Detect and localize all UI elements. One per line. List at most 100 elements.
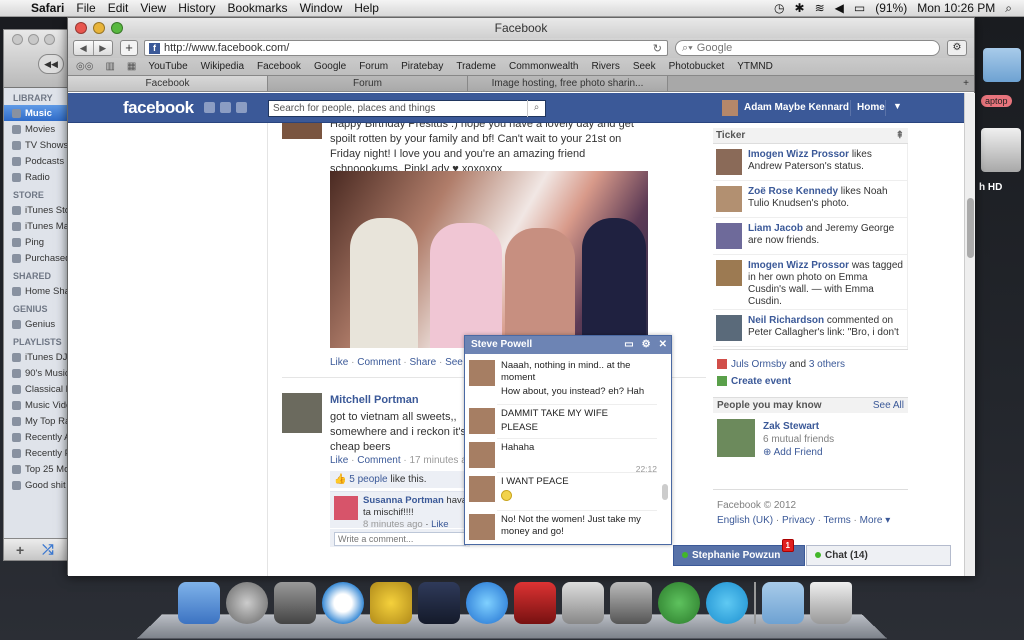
itunes-minimize-button[interactable]: [28, 34, 39, 45]
google-search-placeholder[interactable]: Google: [697, 42, 732, 54]
skype-icon[interactable]: [706, 582, 748, 624]
utorrent-icon[interactable]: [658, 582, 700, 624]
itunes-item[interactable]: iTunes Store: [4, 202, 74, 218]
footer-language-link[interactable]: English (UK): [717, 515, 773, 526]
reload-icon[interactable]: ↻: [653, 42, 662, 55]
ticker-name[interactable]: Imogen Wizz Prossor: [748, 149, 849, 160]
itunes-item[interactable]: Home Sharing: [4, 283, 74, 299]
scrollbar-thumb[interactable]: [967, 198, 974, 258]
menu-help[interactable]: Help: [351, 1, 388, 15]
chat-sidebar-toggle[interactable]: Chat (14): [806, 545, 951, 566]
tab-facebook[interactable]: Facebook: [68, 76, 268, 91]
chat-message-avatar[interactable]: [469, 442, 495, 468]
comment-link[interactable]: Comment: [357, 357, 400, 368]
time-machine-icon[interactable]: ◷: [774, 1, 784, 15]
ticker-item[interactable]: Zoë Rose Kennedy likes Noah Tulio Knudse…: [713, 181, 907, 218]
menu-bookmarks[interactable]: Bookmarks: [225, 1, 297, 15]
ticker-item[interactable]: Neil Richardson commented on Peter Calla…: [713, 310, 907, 347]
suggestion-avatar[interactable]: [717, 419, 755, 457]
chat-message-avatar[interactable]: [469, 360, 495, 386]
itunes-item[interactable]: Recently Played: [4, 445, 74, 461]
photo-booth-icon[interactable]: [514, 582, 556, 624]
itunes-item[interactable]: Top 25 Most Played: [4, 461, 74, 477]
messages-icon[interactable]: [220, 102, 231, 113]
share-link[interactable]: Share: [410, 357, 437, 368]
ticker-item[interactable]: Liam Jacob and Jeremy George are now fri…: [713, 218, 907, 255]
menubar-clock[interactable]: Mon 10:26 PM: [917, 1, 995, 15]
itunes-icon[interactable]: [466, 582, 508, 624]
itunes-item[interactable]: Movies: [4, 121, 74, 137]
itunes-item[interactable]: iTunes Match: [4, 218, 74, 234]
menu-file[interactable]: File: [73, 1, 104, 15]
write-comment-input[interactable]: Write a comment...: [334, 532, 466, 546]
ticker-name[interactable]: Zoë Rose Kennedy: [748, 186, 838, 197]
add-playlist-icon[interactable]: +: [16, 542, 24, 558]
add-friend-label[interactable]: Add Friend: [774, 447, 823, 458]
forward-icon[interactable]: ▶: [94, 41, 113, 55]
ticker-avatar[interactable]: [716, 260, 742, 286]
add-friend-button[interactable]: ⊕ Add Friend: [763, 447, 823, 458]
itunes-item[interactable]: Ping: [4, 234, 74, 250]
settings-gear-icon[interactable]: ⚙: [947, 40, 967, 56]
bookmark-facebook[interactable]: Facebook: [257, 61, 301, 72]
chat-message-avatar[interactable]: [469, 476, 495, 502]
footer-terms-link[interactable]: Terms: [824, 515, 851, 526]
chat-header[interactable]: Steve Powell ▭ ⚙ ✕: [465, 336, 671, 354]
menu-history[interactable]: History: [175, 1, 224, 15]
chat-message-avatar[interactable]: [469, 408, 495, 434]
address-url[interactable]: http://www.facebook.com/: [164, 42, 289, 54]
laptop-label[interactable]: aptop: [981, 95, 1012, 107]
suggestion-name[interactable]: Zak Stewart: [763, 421, 819, 432]
volume-icon[interactable]: ◀: [835, 1, 844, 15]
address-bar[interactable]: f http://www.facebook.com/ ↻: [144, 40, 668, 56]
itunes-item[interactable]: 90's Music: [4, 365, 74, 381]
facebook-logo[interactable]: facebook: [123, 98, 194, 118]
itunes-item[interactable]: Podcasts: [4, 153, 74, 169]
menu-edit[interactable]: Edit: [105, 1, 138, 15]
user-name-link[interactable]: Adam Maybe Kennard: [744, 102, 849, 113]
commenter-name[interactable]: Susanna Portman: [363, 495, 444, 506]
ticker-item[interactable]: Imogen Wizz Prossor likes Andrew Paterso…: [713, 144, 907, 181]
tab-forum[interactable]: Forum: [268, 76, 468, 91]
bookmark-seek[interactable]: Seek: [633, 61, 656, 72]
account-menu-arrow-icon[interactable]: ▼: [893, 101, 902, 111]
itunes-item[interactable]: Purchased: [4, 250, 74, 266]
folder-icon[interactable]: [983, 48, 1021, 82]
itunes-item[interactable]: Music: [4, 105, 74, 121]
battery-percent[interactable]: (91%): [875, 1, 907, 15]
ticker-avatar[interactable]: [716, 223, 742, 249]
bookmark-wikipedia[interactable]: Wikipedia: [201, 61, 244, 72]
like-link[interactable]: Like: [330, 357, 348, 368]
see-all-link[interactable]: See All: [873, 398, 904, 414]
spotlight-icon[interactable]: ⌕: [1005, 1, 1012, 16]
like-link[interactable]: Like: [330, 455, 348, 466]
reading-list-icon[interactable]: ◎◎: [76, 61, 93, 72]
post-photo[interactable]: [330, 171, 648, 348]
post-author-avatar[interactable]: [282, 123, 322, 139]
comment-link[interactable]: Comment: [357, 455, 400, 466]
wifi-icon[interactable]: ≋: [815, 1, 825, 15]
bookmarks-book-icon[interactable]: ▥: [105, 61, 114, 72]
facebook-search-input[interactable]: Search for people, places and things ⌕: [268, 100, 546, 117]
chat-tab-name[interactable]: Stephanie Powzun: [692, 550, 780, 561]
chat-count-label[interactable]: Chat (14): [825, 550, 868, 561]
bookmark-youtube[interactable]: YouTube: [148, 61, 187, 72]
birthday-name-link[interactable]: Juls Ormsby: [731, 359, 787, 370]
post-author-name[interactable]: Mitchell Portman: [330, 393, 470, 408]
minimize-button[interactable]: [93, 22, 105, 34]
bluetooth-icon[interactable]: ✱: [795, 1, 805, 15]
back-icon[interactable]: ◀: [74, 41, 94, 55]
bookmark-commonwealth[interactable]: Commonwealth: [509, 61, 578, 72]
hard-drive-icon[interactable]: [981, 128, 1021, 172]
commenter-avatar[interactable]: [334, 496, 358, 520]
ticker-avatar[interactable]: [716, 149, 742, 175]
ticker-name[interactable]: Liam Jacob: [748, 223, 803, 234]
itunes-item[interactable]: iTunes DJ: [4, 349, 74, 365]
itunes-item[interactable]: Music Videos: [4, 397, 74, 413]
battery-icon[interactable]: ▭: [854, 1, 865, 15]
bookmark-ytmnd[interactable]: YTMND: [737, 61, 773, 72]
bookmark-rivers[interactable]: Rivers: [591, 61, 619, 72]
add-bookmark-button[interactable]: +: [120, 40, 138, 56]
finder-icon[interactable]: [178, 582, 220, 624]
itunes-item[interactable]: Recently Added: [4, 429, 74, 445]
